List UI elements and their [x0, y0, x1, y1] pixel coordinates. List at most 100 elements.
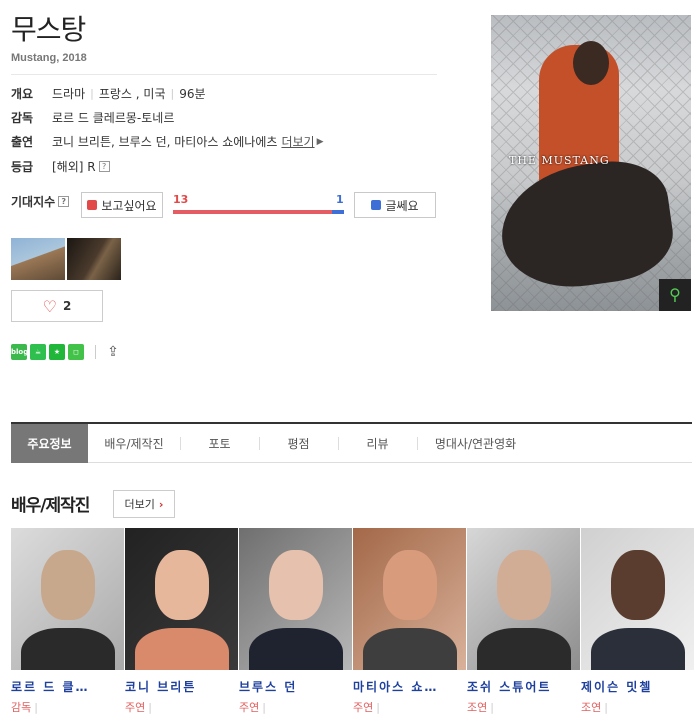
magnifier-icon[interactable]: ⚲ — [659, 279, 691, 311]
person-role-text: 주연 — [353, 701, 374, 714]
divider: | — [90, 87, 94, 100]
person-photo[interactable] — [239, 528, 352, 670]
cast-card[interactable]: 코니 브리튼 주연 | — [125, 528, 238, 715]
chevron-right-icon: ▶ — [316, 136, 324, 147]
share-row: blog ☕ ★ ◻ ⇪ — [11, 344, 121, 360]
person-photo[interactable] — [125, 528, 238, 670]
person-role-text: 조연 — [467, 701, 488, 714]
cast-links[interactable]: 코니 브리튼, 브루스 던, 마티아스 쇼에나에츠 — [52, 133, 277, 150]
like-count: 2 — [62, 299, 72, 313]
director-row: 감독 로르 드 클레르몽-토네르 — [11, 109, 174, 126]
tab-main-info[interactable]: 주요정보 — [11, 424, 88, 463]
photo-face — [155, 550, 209, 620]
rating-label: 등급 — [11, 160, 34, 174]
anticipation-label: 기대지수 — [11, 195, 56, 209]
cast-card[interactable]: 로르 드 클… 감독 | — [11, 528, 124, 715]
person-name[interactable]: 조쉬 스튜어트 — [467, 678, 580, 695]
person-role-text: 조연 — [581, 701, 602, 714]
poster-figure-head — [573, 41, 609, 85]
photo-body — [363, 628, 457, 670]
photo-face — [497, 550, 551, 620]
blog-share-icon[interactable]: blog — [11, 344, 28, 360]
photo-face — [383, 550, 437, 620]
dont-want-count: 1 — [336, 193, 344, 206]
person-name[interactable]: 제이슨 밋첼 — [581, 678, 694, 695]
stills-row — [11, 238, 121, 280]
person-role: 주연 | — [125, 699, 238, 715]
cast-row: 출연 코니 브리튼, 브루스 던, 마티아스 쇼에나에츠 더보기 ▶ — [11, 133, 323, 150]
person-role-text: 감독 — [11, 701, 32, 714]
heart-icon: ♡ — [42, 296, 57, 316]
cast-label: 출연 — [11, 135, 34, 149]
share-icon[interactable]: ⇪ — [105, 344, 121, 360]
person-name[interactable]: 브루스 던 — [239, 678, 352, 695]
divider: | — [148, 701, 152, 714]
divider: | — [262, 701, 266, 714]
photo-face — [269, 550, 323, 620]
cast-card[interactable]: 제이슨 밋첼 조연 | — [581, 528, 694, 715]
movie-poster[interactable]: THE MUSTANG ⚲ — [491, 15, 691, 311]
director-link[interactable]: 로르 드 클레르몽-토네르 — [52, 109, 174, 126]
cast-card[interactable]: 브루스 던 주연 | — [239, 528, 352, 715]
not-interested-button[interactable]: 글쎄요 — [354, 192, 436, 218]
photo-body — [135, 628, 229, 670]
bookmark-share-icon[interactable]: ★ — [49, 344, 65, 360]
cast-card[interactable]: 조쉬 스튜어트 조연 | — [467, 528, 580, 715]
rating-row: 등급 [해외] R ? — [11, 158, 110, 175]
still-thumbnail[interactable] — [11, 238, 65, 280]
photo-body — [591, 628, 685, 670]
person-role: 감독 | — [11, 699, 124, 715]
movie-subtitle: Mustang, 2018 — [11, 52, 87, 64]
person-role-text: 주연 — [239, 701, 260, 714]
person-photo[interactable] — [581, 528, 694, 670]
anticipation-bar — [173, 210, 344, 214]
photo-body — [21, 628, 115, 670]
director-label: 감독 — [11, 111, 34, 125]
tab-quotes-related[interactable]: 명대사/연관영화 — [417, 424, 534, 463]
person-name[interactable]: 로르 드 클… — [11, 678, 124, 695]
person-role: 조연 | — [581, 699, 694, 715]
cafe-share-icon[interactable]: ☕ — [30, 344, 46, 360]
cast-list: 로르 드 클… 감독 | 코니 브리튼 주연 | 브루스 던 주연 | 마티아스 쇼…… — [11, 528, 694, 715]
person-role: 주연 | — [239, 699, 352, 715]
tab-cast-crew[interactable]: 배우/제작진 — [88, 424, 180, 463]
tab-photos[interactable]: 포토 — [180, 424, 259, 463]
divider: | — [170, 87, 175, 100]
photo-face — [611, 550, 665, 620]
person-photo[interactable] — [11, 528, 124, 670]
person-photo[interactable] — [467, 528, 580, 670]
tab-ratings[interactable]: 평점 — [259, 424, 338, 463]
thumbs-up-icon — [87, 200, 98, 210]
person-name[interactable]: 마티아스 쇼… — [353, 678, 466, 695]
like-button[interactable]: ♡ 2 — [11, 290, 103, 322]
movie-title: 무스탕 — [11, 13, 86, 46]
band-share-icon[interactable]: ◻ — [68, 344, 84, 360]
photo-body — [249, 628, 343, 670]
want-count: 13 — [173, 193, 189, 206]
anticipation-label-wrap: 기대지수 ? — [11, 193, 70, 210]
genre-link[interactable]: 드라마 — [52, 85, 85, 102]
want-to-see-label: 보고싶어요 — [101, 198, 157, 213]
overview-row: 개요 드라마 | 프랑스 , 미국 | 96분 — [11, 85, 206, 102]
divider: | — [490, 701, 494, 714]
photo-body — [477, 628, 571, 670]
rating-value: [해외] R — [52, 160, 96, 174]
want-to-see-button[interactable]: 보고싶어요 — [81, 192, 163, 218]
cast-more-link[interactable]: 더보기 — [281, 133, 314, 150]
cast-more-label: 더보기 — [124, 498, 155, 511]
thumbs-down-icon — [371, 200, 382, 210]
overview-label: 개요 — [11, 87, 34, 101]
person-name[interactable]: 코니 브리튼 — [125, 678, 238, 695]
person-role: 조연 | — [467, 699, 580, 715]
still-thumbnail[interactable] — [67, 238, 121, 280]
divider: | — [604, 701, 608, 714]
cast-more-button[interactable]: 더보기 › — [113, 490, 175, 518]
help-icon[interactable]: ? — [98, 161, 110, 172]
person-photo[interactable] — [353, 528, 466, 670]
tab-reviews[interactable]: 리뷰 — [338, 424, 417, 463]
cast-card[interactable]: 마티아스 쇼… 주연 | — [353, 528, 466, 715]
help-icon[interactable]: ? — [58, 196, 70, 207]
person-role-text: 주연 — [125, 701, 146, 714]
divider — [11, 74, 437, 75]
country-link[interactable]: 프랑스 , 미국 — [99, 85, 166, 102]
